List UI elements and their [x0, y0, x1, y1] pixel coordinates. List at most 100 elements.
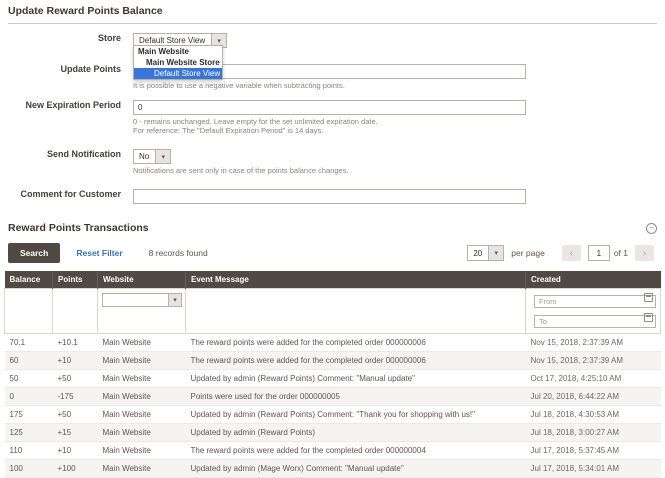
- cell-points: +50: [52, 369, 98, 388]
- filter-cell-points: [52, 288, 98, 334]
- store-field-row: Store Default Store View ▾ Main Website …: [8, 30, 657, 80]
- comment-label: Comment for Customer: [20, 189, 121, 199]
- cell-created: Jul 18, 2018, 3:00:27 AM: [525, 423, 661, 442]
- cell-points: +100: [52, 459, 98, 478]
- cell-balance: 60: [4, 351, 53, 370]
- page-number-input[interactable]: [587, 245, 610, 261]
- form-title: Update Reward Points Balance: [8, 5, 163, 17]
- expiration-label: New Expiration Period: [25, 100, 121, 110]
- cell-balance: 100: [4, 459, 53, 478]
- per-page-label: per page: [511, 248, 545, 258]
- cell-website: Main Website: [97, 333, 186, 352]
- notification-select[interactable]: No ▾: [133, 149, 172, 164]
- cell-website: Main Website: [97, 423, 186, 442]
- expiration-note-2: For reference: The "Default Expiration P…: [133, 126, 324, 135]
- expiration-input[interactable]: [133, 100, 526, 115]
- cell-website: Main Website: [97, 369, 186, 388]
- table-row[interactable]: 70.1 +10.1 Main Website The reward point…: [4, 333, 661, 352]
- cell-created: Nov 15, 2018, 2:37:39 AM: [525, 351, 661, 370]
- cell-points: +10: [52, 441, 98, 460]
- cell-message: Points were used for the order 000000005: [185, 387, 526, 406]
- per-page-select[interactable]: 20 ▾: [467, 245, 505, 261]
- table-row[interactable]: 175 +50 Main Website Updated by admin (R…: [4, 405, 661, 424]
- table-row[interactable]: 100 +100 Main Website Updated by admin (…: [4, 459, 661, 478]
- cell-created: Jul 17, 2018, 5:34:01 AM: [525, 459, 661, 478]
- column-header-balance[interactable]: Balance: [4, 271, 53, 289]
- divider: [8, 23, 657, 24]
- cell-balance: 110: [4, 441, 53, 460]
- cell-created: Oct 17, 2018, 4:25:10 AM: [525, 369, 661, 388]
- transactions-title: Reward Points Transactions: [8, 222, 149, 234]
- cell-website: Main Website: [97, 441, 186, 460]
- expiration-note-1: 0 - remains unchanged. Leave empty for t…: [133, 117, 378, 126]
- cell-balance: 125: [4, 423, 53, 442]
- comment-field-row: Comment for Customer: [8, 186, 657, 204]
- created-from-input[interactable]: [534, 295, 656, 308]
- table-header-row: Balance Points Website Event Message Cre…: [4, 271, 661, 289]
- notification-note: Notifications are sent only in case of t…: [133, 166, 349, 175]
- cell-balance: 175: [4, 405, 53, 424]
- cell-points: +15: [52, 423, 98, 442]
- page-total-label: of 1: [613, 248, 628, 258]
- cell-message: Updated by admin (Reward Points) Comment…: [185, 369, 526, 388]
- store-option-main-website-store[interactable]: Main Website Store: [134, 57, 222, 68]
- notification-label: Send Notification: [47, 149, 121, 159]
- cell-website: Main Website: [97, 405, 186, 424]
- created-to-input[interactable]: [534, 315, 656, 328]
- column-header-points[interactable]: Points: [52, 271, 98, 289]
- calendar-icon[interactable]: [644, 313, 653, 322]
- cell-created: Nov 15, 2018, 2:37:39 AM: [525, 333, 661, 352]
- previous-page-icon[interactable]: ‹: [561, 245, 581, 261]
- next-page-icon[interactable]: ›: [635, 245, 654, 261]
- cell-message: The reward points were added for the com…: [185, 351, 526, 370]
- caret-down-icon[interactable]: ▾: [488, 246, 504, 260]
- cell-message: The reward points were added for the com…: [185, 333, 526, 352]
- per-page-value: 20: [473, 249, 483, 258]
- cell-created: Jul 20, 2018, 6:44:22 AM: [525, 387, 661, 406]
- filter-cell-balance: [4, 288, 53, 334]
- store-label: Store: [97, 33, 121, 43]
- table-row[interactable]: 125 +15 Main Website Updated by admin (R…: [4, 423, 661, 442]
- column-header-event-message[interactable]: Event Message: [185, 271, 526, 289]
- comment-input[interactable]: [133, 189, 526, 204]
- table-row[interactable]: 110 +10 Main Website The reward points w…: [4, 441, 661, 460]
- cell-balance: 0: [4, 387, 53, 406]
- cell-points: +10: [52, 351, 98, 370]
- store-option-default-store-view[interactable]: Default Store View: [134, 68, 222, 79]
- table-row[interactable]: 0 -175 Main Website Points were used for…: [4, 387, 661, 406]
- cell-message: Updated by admin (Mage Worx) Comment: "M…: [185, 459, 526, 478]
- table-row[interactable]: 50 +50 Main Website Updated by admin (Re…: [4, 369, 661, 388]
- expiration-field-row: New Expiration Period 0 - remains unchan…: [8, 97, 657, 135]
- collapse-section-icon[interactable]: −: [646, 222, 657, 234]
- cell-points: +50: [52, 405, 98, 424]
- cell-points: -175: [52, 387, 98, 406]
- cell-website: Main Website: [97, 459, 186, 478]
- search-button[interactable]: Search: [8, 243, 61, 263]
- cell-message: Updated by admin (Reward Points) Comment…: [185, 405, 526, 424]
- cell-created: Jul 18, 2018, 4:30:53 AM: [525, 405, 661, 424]
- cell-balance: 70.1: [4, 333, 53, 352]
- website-filter-value: [103, 294, 114, 306]
- column-header-website[interactable]: Website: [97, 271, 186, 289]
- update-points-note: It is possible to use a negative variabl…: [133, 81, 345, 90]
- caret-down-icon[interactable]: ▾: [168, 294, 181, 306]
- cell-website: Main Website: [97, 387, 186, 406]
- filter-row: ▾: [4, 288, 661, 334]
- update-points-field-row: Update Points It is possible to use a ne…: [8, 61, 657, 90]
- update-points-label: Update Points: [60, 64, 121, 74]
- cell-points: +10.1: [52, 333, 98, 352]
- column-header-created[interactable]: Created: [525, 271, 661, 289]
- cell-message: The reward points were added for the com…: [185, 441, 526, 460]
- calendar-icon[interactable]: [644, 293, 653, 302]
- cell-created: Jul 17, 2018, 5:37:45 AM: [525, 441, 661, 460]
- caret-down-icon[interactable]: ▾: [155, 150, 171, 163]
- filter-cell-event-message: [185, 288, 526, 334]
- page: Update Reward Points Balance Store Defau…: [0, 0, 665, 478]
- reset-filter-link[interactable]: Reset Filter: [76, 248, 122, 258]
- filter-cell-website: ▾: [97, 288, 186, 334]
- website-filter-select[interactable]: ▾: [102, 293, 182, 307]
- notification-select-value: No: [139, 152, 150, 161]
- transactions-table: Balance Points Website Event Message Cre…: [4, 271, 661, 478]
- table-row[interactable]: 60 +10 Main Website The reward points we…: [4, 351, 661, 370]
- store-option-main-website[interactable]: Main Website: [134, 46, 222, 57]
